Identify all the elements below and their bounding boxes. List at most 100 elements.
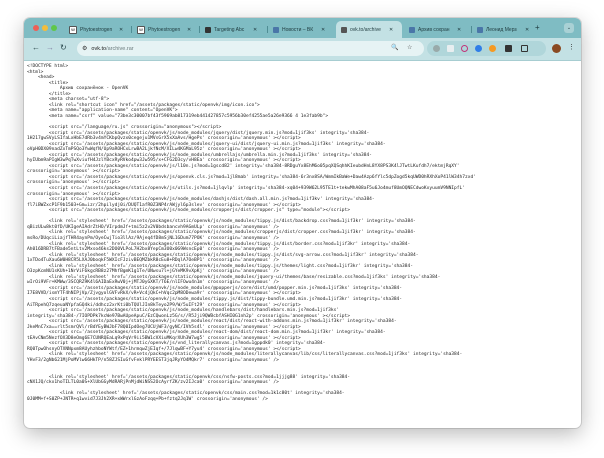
tab[interactable]: Новости – ВК ✕: [268, 21, 334, 38]
source-line: JkeMnC7xa==rlt5smrQVl/rBdYEyBWJbF78Q0Ipd…: [27, 324, 301, 330]
extension-icon[interactable]: [447, 45, 454, 52]
extension-icon[interactable]: [433, 45, 440, 52]
tab-label: Архив сохран: [418, 26, 450, 33]
source-line: <script src='/assets/packages/static/ope…: [27, 296, 403, 302]
close-tab-icon[interactable]: ✕: [457, 27, 461, 33]
toolbar: ← → ↻ ⚙ ovk.to/archive.rar 🔍 ☆ ⋮: [24, 38, 581, 61]
source-line: <script src='/assets/packages/static/ope…: [27, 330, 386, 336]
tab[interactable]: Targeting Abc ✕: [200, 21, 266, 38]
source-line: Ah016DRB7tFBade5ntLtv2Mxso46ks2DO0VLPoL7…: [27, 247, 279, 253]
back-button[interactable]: ←: [32, 43, 40, 52]
tab-label: Phytoestrogen: [148, 26, 181, 33]
source-line: <link rel='stylesheet' href='/assets/pac…: [27, 263, 413, 269]
source-line: <link rel='stylesheet' href='/assets/pac…: [27, 230, 416, 236]
tab[interactable]: Архив сохран ✕: [404, 21, 470, 38]
extensions-puzzle-icon[interactable]: [521, 45, 528, 52]
source-code: <!DOCTYPE html> <html> <head> <title> Ар…: [24, 61, 581, 402]
source-line: <title>: [27, 80, 69, 86]
source-line: <script src='/assets/packages/static/ope…: [27, 319, 397, 325]
source-line: <script src="/assets/packages/static/ope…: [27, 208, 351, 214]
source-line: <link rel='stylesheet' href='/assets/pac…: [27, 241, 411, 247]
source-line: <meta charset="utf-8">: [27, 97, 110, 103]
source-line: <script src="/language/ru.js" crossorigi…: [27, 125, 222, 131]
tab-bar: W Phytoestrogen ✕ W Phytoestrogen ✕ Targeting …: [24, 18, 581, 38]
close-tab-icon[interactable]: ✕: [389, 27, 393, 33]
reload-button[interactable]: ↻: [60, 43, 67, 52]
source-line: <link rel='stylesheet' href='/assets/pac…: [27, 219, 416, 225]
source-line: <script src='/assets/packages/static/ope…: [27, 130, 370, 136]
source-line: <script src='/assets/packages/static/ope…: [27, 308, 340, 314]
tab-label: Леонид Мерз: [486, 26, 517, 33]
vk-icon: [477, 26, 483, 33]
minimize-window-button[interactable]: [42, 25, 48, 31]
tab-search-button[interactable]: ⌄: [564, 23, 574, 33]
document-icon: [205, 26, 211, 33]
page-content: <!DOCTYPE html> <html> <head> <title> Ар…: [24, 61, 581, 428]
tab-label: Новости – ВК: [282, 26, 314, 33]
window-controls: [33, 25, 57, 31]
new-tab-button[interactable]: +: [535, 23, 540, 32]
source-line: fl7iBWZxcP1F9b1503+Gm=izr/2hpilydj0i/DUQ…: [27, 202, 301, 208]
address-host: ovk.to: [91, 45, 107, 52]
profile-avatar[interactable]: [552, 44, 561, 53]
source-line: crossorigin='anonymous' ></script>: [27, 191, 121, 197]
globe-icon: [341, 26, 347, 33]
source-line: <script src='/assets/packages/static/ope…: [27, 152, 372, 158]
browser-window: W Phytoestrogen ✕ W Phytoestrogen ✕ Targeting …: [24, 18, 581, 428]
source-line: AiTRpehQ7zqeuaNYpfaGQ4ki/ddhcz2xrKti0bTQ…: [27, 302, 301, 308]
close-tab-icon[interactable]: ✕: [119, 27, 123, 33]
source-line: <link rel='stylesheet' href='/assets/pac…: [27, 391, 345, 397]
tab-label: Targeting Abc: [214, 26, 245, 33]
source-line: </title>: [27, 91, 71, 97]
extension-icon[interactable]: [461, 45, 468, 52]
close-tab-icon[interactable]: ✕: [321, 27, 325, 33]
source-line: hyIUbm9aPIgW3wPqTwXviufH4JzlYBcxRyRVko4p…: [27, 158, 301, 164]
extension-icon[interactable]: [489, 45, 496, 52]
source-line: <link rel='stylesheet' href='/assets/pac…: [27, 374, 351, 380]
source-line: 1H217gwSVyLSIfaLxHbE7dRb3v4mYCKbpQvzx0ce…: [27, 136, 301, 142]
zoom-icon[interactable]: 🔍: [391, 44, 398, 51]
source-line: cNX1JQ/ckx1hoTILTL0a0S+XlUbGGyMdRARjPnMj…: [27, 380, 279, 386]
close-tab-icon[interactable]: ✕: [253, 27, 257, 33]
source-line: <script src='/assets/packages/static/ope…: [27, 197, 375, 203]
tab-label: ovk.to/archive: [350, 26, 381, 33]
source-line: crossorigin='anonymous' ></script>: [27, 169, 121, 175]
close-tab-icon[interactable]: ✕: [525, 27, 529, 33]
vk-icon: [409, 26, 415, 33]
close-window-button[interactable]: [33, 25, 39, 31]
extension-badge-icon[interactable]: [505, 45, 512, 52]
source-line: <!DOCTYPE html>: [27, 64, 69, 69]
address-path: /archive.rar: [106, 45, 134, 52]
source-line: wIrOi9VFr+KMWw/3SCQRZ9K4l6AIDaExRwV0j+jM…: [27, 280, 279, 286]
address-bar[interactable]: ⚙ ovk.to/archive.rar 🔍 ☆: [77, 41, 424, 56]
wikipedia-icon: W: [137, 25, 145, 34]
tab[interactable]: Леонид Мерз ✕: [472, 21, 538, 38]
source-line: crossorigin='anonymous' ></script>: [27, 180, 121, 186]
wikipedia-icon: W: [69, 25, 77, 34]
menu-icon[interactable]: ⋮: [568, 43, 575, 51]
tab[interactable]: W Phytoestrogen ✕: [64, 21, 130, 38]
bookmark-star-icon[interactable]: ☆: [407, 44, 412, 51]
source-line: <html>: [27, 69, 44, 75]
vk-icon: [273, 26, 279, 33]
source-line: O3zpKcmNU1sKUh+1NrViF6kgcRB8z27MhfBgmK1g…: [27, 269, 279, 275]
source-line: I7E8VVD/ismYTF4hNIPjVp/ZjvgyolGVFvRkX/vR…: [27, 291, 301, 297]
source-line: YHvF3/2gNb621MjPoMVlw66HkTP/n58ZJSIuGfvF…: [27, 357, 279, 363]
source-line: <link rel='stylesheet' href='/assets/pac…: [27, 252, 419, 258]
maximize-window-button[interactable]: [51, 25, 57, 31]
source-line: oVpH0DX09nadZxTmPSQo3YwWqfN/Up9aROHCxLrw…: [27, 147, 301, 153]
source-line: <link rel='stylesheet' href='/assets/pac…: [27, 352, 463, 358]
source-line: <script src='/assets/packages/static/ope…: [27, 141, 386, 147]
forward-button[interactable]: →: [46, 43, 54, 52]
tab[interactable]: ovk.to/archive ✕: [336, 21, 402, 38]
source-line: <script src='/assets/packages/static/ope…: [27, 186, 465, 192]
source-line: Архив сохранёнок - OpenVK: [27, 86, 129, 92]
source-line: 1xTDo4TuXau6W0H8CR5LXAJ0boqkF5WXIcFJzivB…: [27, 258, 279, 264]
source-line: msRo/DUqciLiajfTHR4aynPm/OyeCwjTio3llAz/…: [27, 235, 279, 241]
source-line: <head>: [27, 75, 55, 81]
site-info-icon[interactable]: ⚙: [82, 45, 87, 52]
tab[interactable]: W Phytoestrogen ✕: [132, 21, 198, 38]
source-line: <script src='/assets/packages/static/ope…: [27, 341, 326, 347]
close-tab-icon[interactable]: ✕: [187, 27, 191, 33]
extension-icon[interactable]: [475, 45, 482, 52]
